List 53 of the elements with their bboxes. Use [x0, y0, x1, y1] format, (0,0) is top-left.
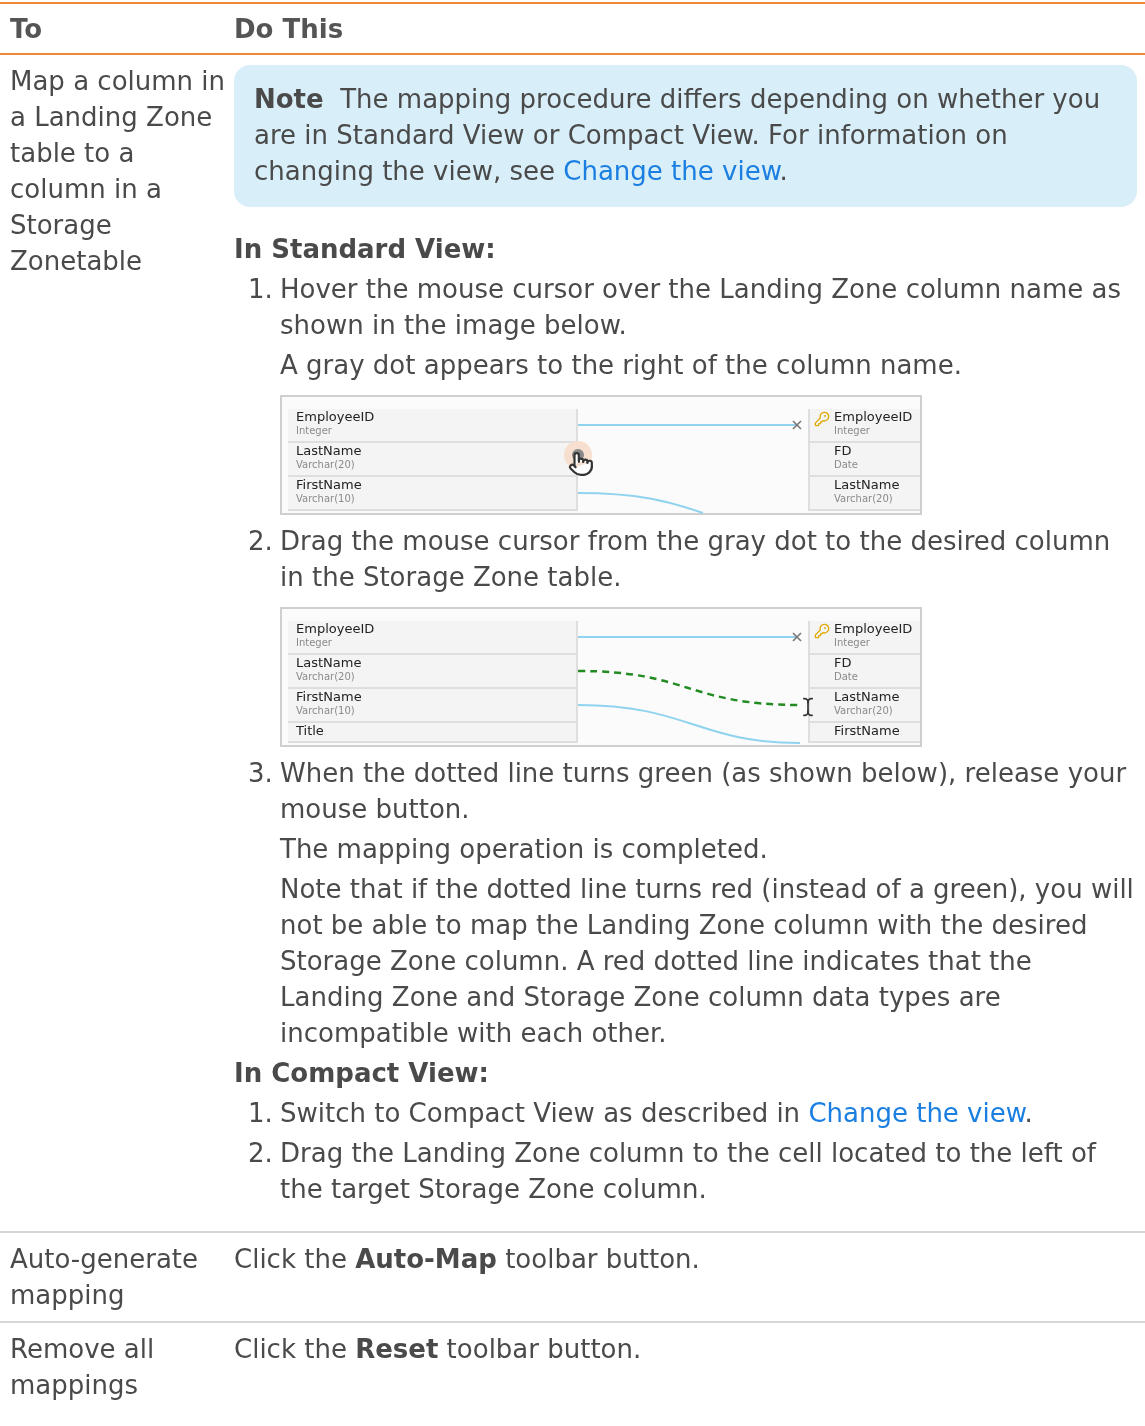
step-number: 2. [247, 525, 274, 558]
column-name: EmployeeID [296, 409, 375, 425]
step-number: 2. [247, 1137, 274, 1170]
column-name: FirstName [834, 723, 900, 739]
step-text: Switch to Compact View as described in Change the view. [280, 1097, 1033, 1130]
column-name: FD [834, 443, 853, 459]
column-type: Varchar(20) [296, 671, 356, 682]
task-text: Map a column in a Landing Zone table to a column in a Storage Zonetable [10, 65, 226, 278]
column-type: Date [834, 459, 858, 470]
column-name: LastName [296, 443, 362, 459]
column-type: Varchar(10) [296, 493, 356, 504]
column-name: EmployeeID [834, 409, 913, 425]
step-text: Drag the mouse cursor from the gray dot to the desired column in the Storage Zone table. [280, 525, 1112, 594]
column-type: Integer [834, 425, 871, 436]
step-number: 1. [247, 1097, 274, 1130]
column-name: LastName [296, 655, 362, 671]
column-header: To [9, 12, 44, 46]
column-type: Varchar(20) [296, 459, 356, 470]
task-text: Remove all mappings [10, 1333, 156, 1402]
column-name: FD [834, 655, 853, 671]
link[interactable]: Change the view [808, 1098, 1025, 1128]
step-text: Drag the Landing Zone column to the cell located to the left of the target Storage Zone column. [280, 1137, 1098, 1206]
note-text: Note The mapping procedure differs depending on whether you are in Standard View or Compact View. For information on changing the view, see Change the view. [254, 83, 1102, 188]
column-name: LastName [834, 477, 900, 493]
step-paragraph: The mapping operation is completed. [280, 833, 769, 866]
step-text: Hover the mouse cursor over the Landing Zone column name as shown in the image below. [280, 273, 1123, 342]
column-header: Do This [234, 12, 344, 46]
column-name: FirstName [296, 689, 362, 705]
column-type: Varchar(20) [834, 493, 894, 504]
cross-icon [792, 420, 802, 430]
column-type: Varchar(10) [296, 705, 356, 716]
column-type: Integer [834, 637, 871, 648]
action-text: Click the Auto-Map toolbar button. [234, 1243, 701, 1276]
column-name: FirstName [296, 477, 362, 493]
column-type: Varchar(20) [834, 705, 894, 716]
action-text: Click the Reset toolbar button. [234, 1333, 643, 1366]
link[interactable]: Change the view [563, 156, 780, 186]
column-name: Title [296, 723, 324, 739]
column-name: EmployeeID [834, 621, 913, 637]
column-type: Integer [296, 425, 333, 436]
column-name: EmployeeID [296, 621, 375, 637]
step-paragraph: A gray dot appears to the right of the column name. [280, 349, 963, 382]
step-paragraph: Note that if the dotted line turns red (instead of a green), you will not be able to map the Landing Zone column with the desired Storage Zone column. A red dotted line indicates that the Landing Zone and Storage Zone column data types are incompatible with each other. [280, 873, 1135, 1050]
column-type: Integer [296, 637, 333, 648]
section-heading: In Compact View: [234, 1057, 490, 1090]
cross-icon [792, 632, 802, 642]
step-number: 1. [247, 273, 274, 306]
column-type: Date [834, 671, 858, 682]
task-text: Auto-generate mapping [10, 1243, 200, 1312]
step-text: When the dotted line turns green (as shown below), release your mouse button. [280, 757, 1128, 826]
column-name: LastName [834, 689, 900, 705]
step-number: 3. [247, 757, 274, 790]
section-heading: In Standard View: [234, 233, 497, 266]
